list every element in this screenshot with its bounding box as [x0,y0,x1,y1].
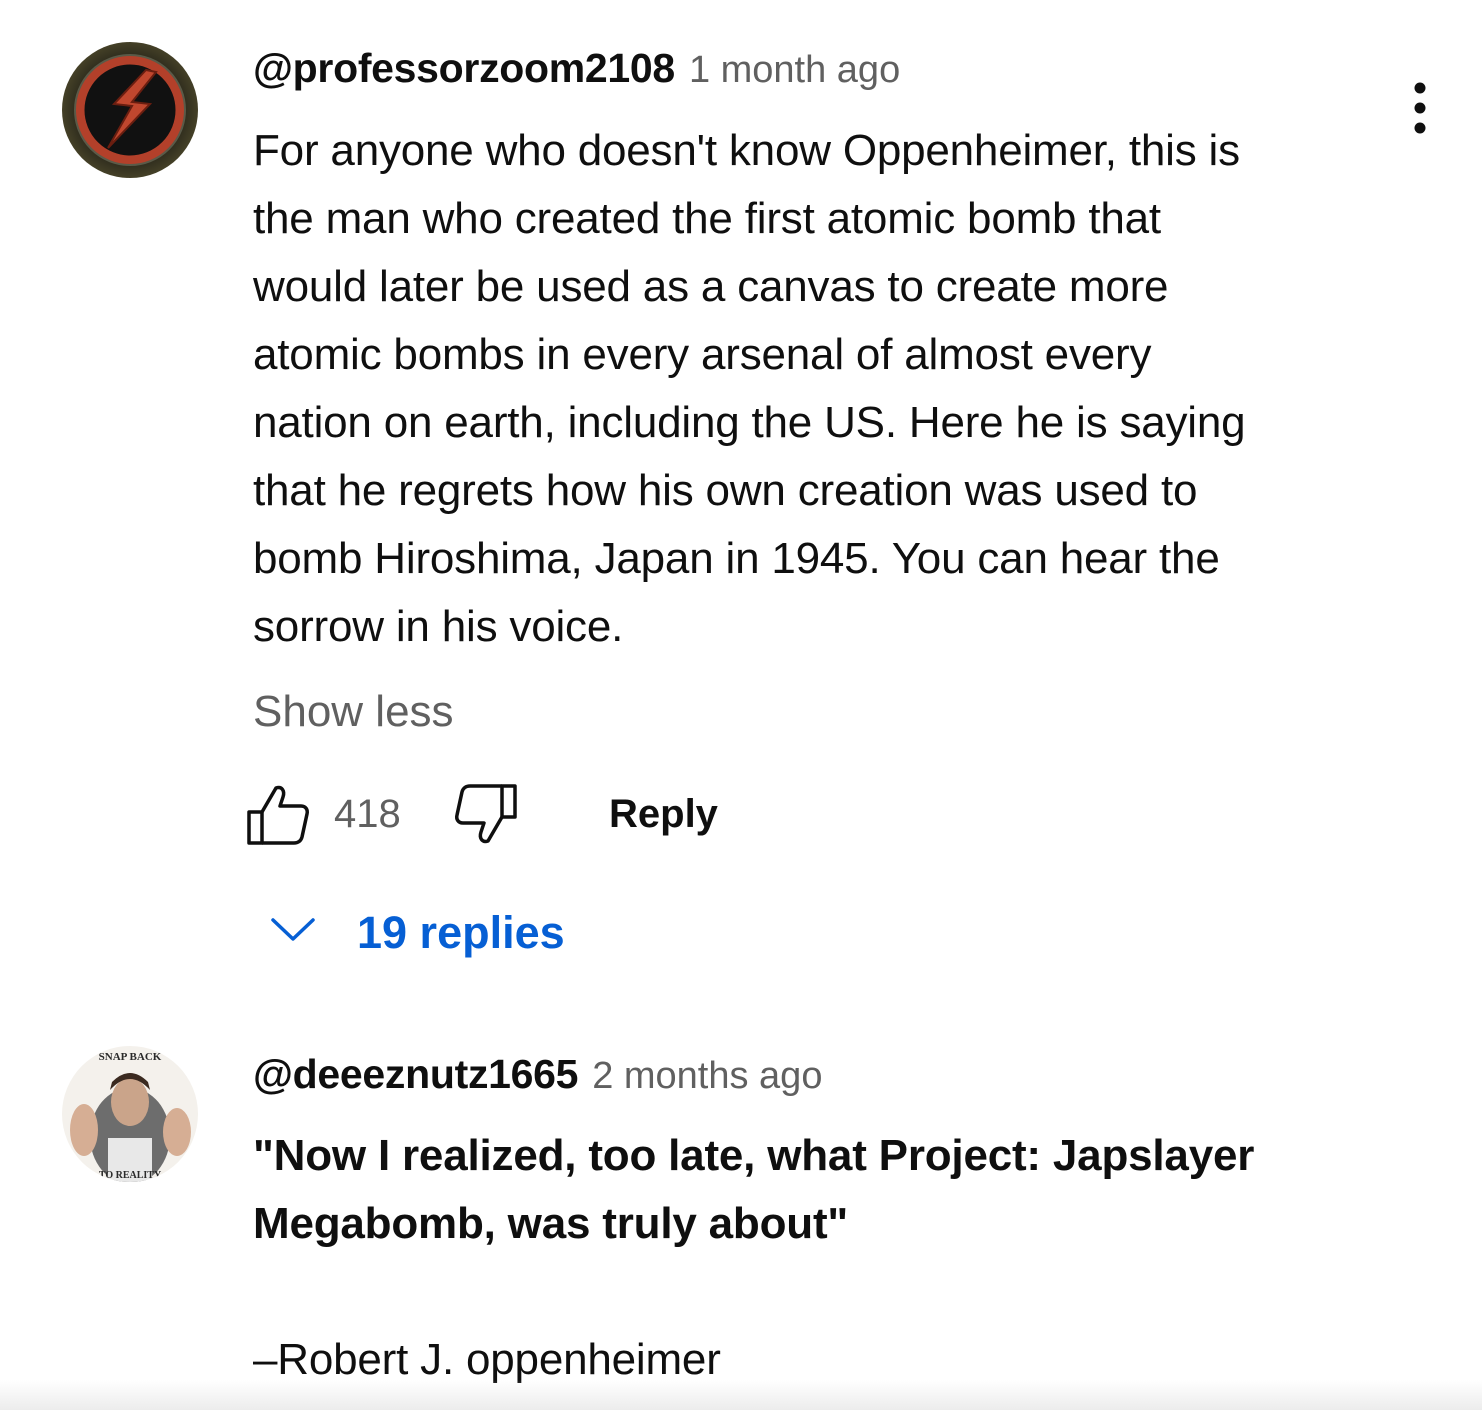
like-count: 418 [334,792,401,836]
author-handle[interactable]: @deeeznutz1665 [253,1051,578,1097]
avatar-text-bottom: TO REALITY [99,1170,162,1181]
comment-header: @deeeznutz1665 2 months ago [253,1051,1363,1097]
comment-text-line: Megabomb, was truly about" [253,1199,849,1248]
dislike-icon[interactable] [454,784,518,846]
author-handle[interactable]: @professorzoom2108 [253,45,675,91]
reverse-flash-emblem-icon [62,42,198,178]
view-replies-button[interactable]: 19 replies [262,900,582,964]
comment-text-line: For anyone who doesn't know Oppenheimer,… [253,126,1240,175]
reply-button[interactable]: Reply [609,794,718,834]
comment-text: For anyone who doesn't know Oppenheimer,… [253,117,1363,661]
like-icon[interactable] [246,782,310,846]
comment-text-line: bomb Hiroshima, Japan in 1945. You can h… [253,534,1220,583]
comment-text-line: would later be used as a canvas to creat… [253,262,1169,311]
more-vertical-icon[interactable] [1398,78,1442,142]
snap-back-to-reality-avatar-icon: SNAP BACK TO REALITY [62,1046,198,1182]
avatar[interactable] [62,42,198,178]
timestamp[interactable]: 2 months ago [592,1055,822,1097]
comment-text-line: "Now I realized, too late, what Project:… [253,1131,1255,1180]
comment-text-line: atomic bombs in every arsenal of almost … [253,330,1152,379]
comment-header: @professorzoom2108 1 month ago [253,45,1363,91]
avatar[interactable]: SNAP BACK TO REALITY [62,1046,198,1182]
comment-text-line: that he regrets how his own creation was… [253,466,1198,515]
show-less-button[interactable]: Show less [253,687,454,736]
comment-text: "Now I realized, too late, what Project:… [253,1122,1363,1258]
replies-count-label: 19 replies [357,907,565,958]
bottom-fade [0,1380,1482,1410]
chevron-down-icon [271,918,315,941]
timestamp[interactable]: 1 month ago [689,49,900,91]
avatar-text-top: SNAP BACK [99,1051,162,1063]
comment-text-line: sorrow in his voice. [253,602,624,651]
comment-text-line: the man who created the first atomic bom… [253,194,1161,243]
comment-text-line: nation on earth, including the US. Here … [253,398,1246,447]
